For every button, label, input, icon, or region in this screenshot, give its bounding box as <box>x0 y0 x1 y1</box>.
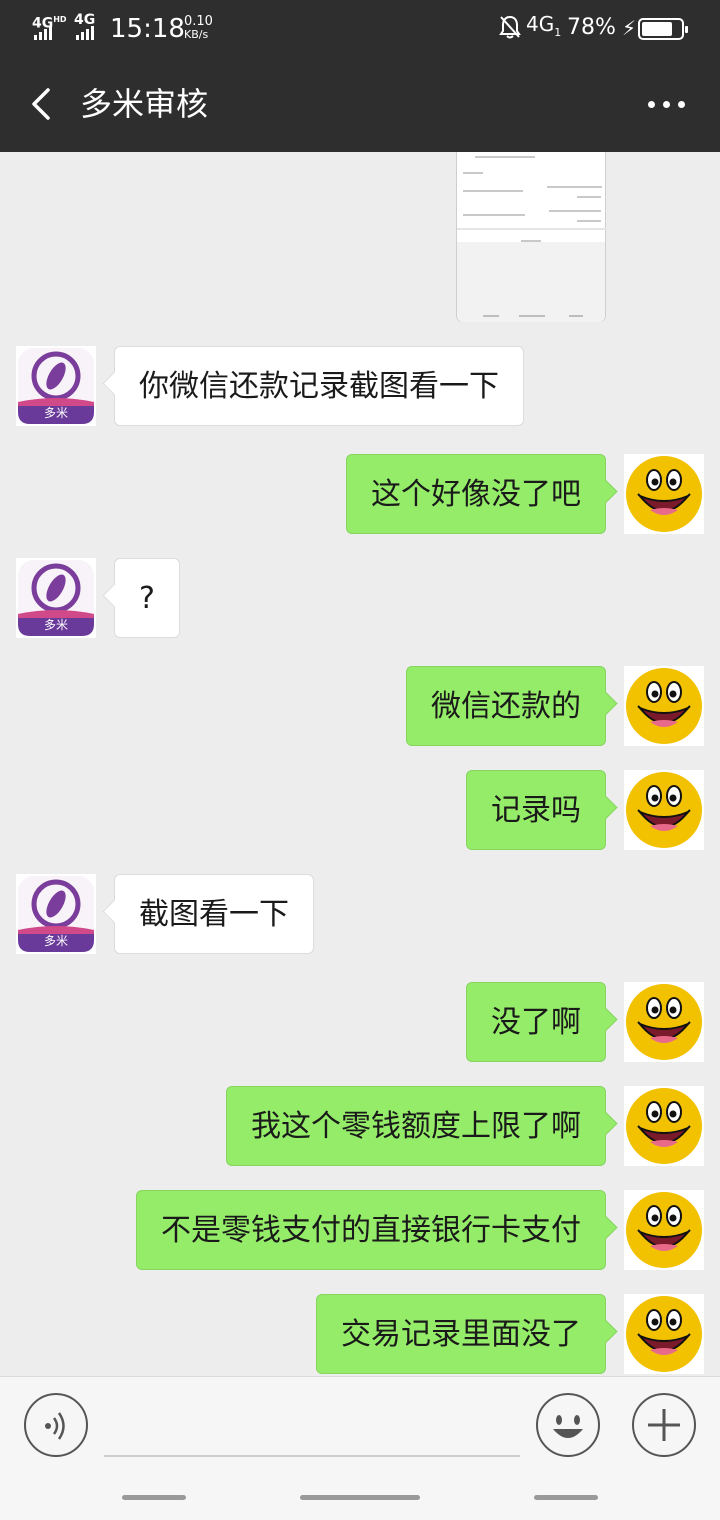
battery-icon <box>638 18 688 40</box>
status-bar: 4GHD 4G 15:18 0.10 KB/s 4G1 78% ⚡ <box>0 0 720 56</box>
network-speed: 0.10 KB/s <box>184 14 213 41</box>
duomi-avatar[interactable]: 多米 <box>16 346 96 426</box>
network-label: 4G <box>74 12 96 28</box>
chat-header: 多米审核 <box>0 56 720 152</box>
user-avatar[interactable] <box>624 1190 704 1270</box>
sent-message-bubble[interactable]: 不是零钱支付的直接银行卡支付 <box>136 1190 606 1270</box>
chevron-left-icon[interactable] <box>22 84 62 124</box>
signal-icon <box>76 26 94 40</box>
message-list[interactable]: 多米 你微信还款记录截图看一下 这个好像没了吧 多米? 微信还款的 记录吗 多米 截图看一下没… <box>0 152 720 1376</box>
image-message[interactable] <box>456 152 607 322</box>
clock: 15:18 <box>110 14 185 44</box>
emoji-icon[interactable] <box>536 1393 600 1457</box>
plus-icon[interactable] <box>632 1393 696 1457</box>
user-avatar[interactable] <box>624 666 704 746</box>
user-avatar[interactable] <box>624 454 704 534</box>
input-bar <box>0 1376 720 1520</box>
duomi-avatar[interactable]: 多米 <box>16 874 96 954</box>
charging-icon: ⚡ <box>622 16 637 40</box>
mute-bell-icon <box>499 15 521 39</box>
message-input[interactable] <box>104 1455 520 1457</box>
sent-message-bubble[interactable]: 交易记录里面没了 <box>316 1294 606 1374</box>
nav-handle <box>300 1495 420 1500</box>
avatar-logo-text: 多米 <box>43 406 68 420</box>
avatar-logo-text: 多米 <box>43 934 68 948</box>
user-avatar[interactable] <box>624 770 704 850</box>
battery-percent: 78% <box>567 15 616 40</box>
user-avatar[interactable] <box>624 1294 704 1374</box>
sent-message-bubble[interactable]: 微信还款的 <box>406 666 606 746</box>
signal-icon <box>34 26 52 40</box>
user-avatar[interactable] <box>624 1086 704 1166</box>
sent-message-bubble[interactable]: 这个好像没了吧 <box>346 454 606 534</box>
chat-title: 多米审核 <box>80 85 209 123</box>
received-message-bubble[interactable]: 你微信还款记录截图看一下 <box>114 346 524 426</box>
nav-handle <box>122 1495 186 1500</box>
sent-message-bubble[interactable]: 没了啊 <box>466 982 606 1062</box>
duomi-avatar[interactable]: 多米 <box>16 558 96 638</box>
user-avatar[interactable] <box>624 982 704 1062</box>
avatar-logo-text: 多米 <box>43 618 68 632</box>
sent-message-bubble[interactable]: 记录吗 <box>466 770 606 850</box>
nav-handle <box>534 1495 598 1500</box>
received-message-bubble[interactable]: 截图看一下 <box>114 874 314 954</box>
more-dots-icon[interactable] <box>636 86 696 122</box>
network-label: 4G1 <box>526 12 562 39</box>
sent-message-bubble[interactable]: 我这个零钱额度上限了啊 <box>226 1086 606 1166</box>
voice-icon[interactable] <box>24 1393 88 1457</box>
received-message-bubble[interactable]: ? <box>114 558 180 638</box>
